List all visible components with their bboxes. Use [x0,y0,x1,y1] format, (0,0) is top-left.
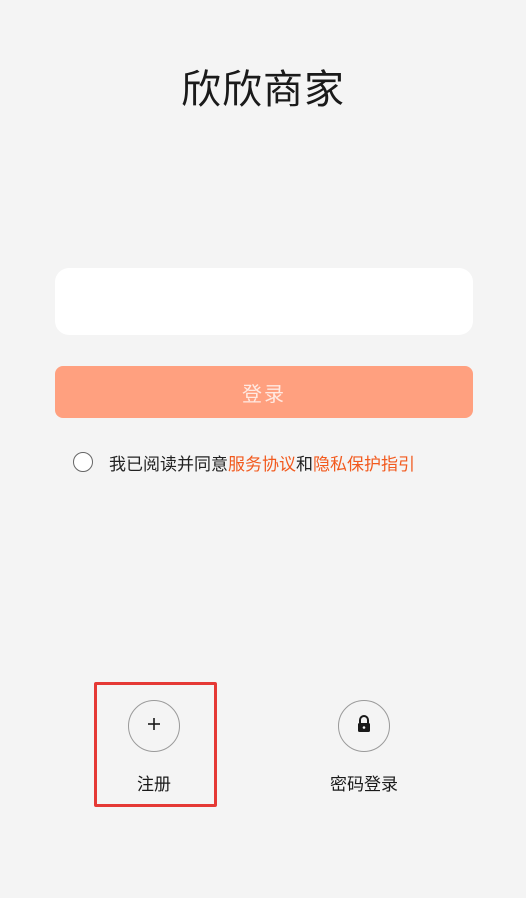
password-login-circle-button[interactable] [338,700,390,752]
page-title: 欣欣商家 [181,67,345,113]
password-login-action[interactable]: 密码登录 [304,700,424,795]
register-label[interactable]: 注册 [137,770,171,795]
phone-input[interactable] [55,268,473,335]
register-circle-button[interactable] [128,700,180,752]
lock-icon [355,714,373,738]
password-login-label[interactable]: 密码登录 [330,770,398,795]
privacy-guide-link[interactable]: 隐私保护指引 [313,450,415,475]
agreement-row: 我已阅读并同意 服务协议 和 隐私保护指引 [73,450,415,475]
login-button[interactable]: 登录 [55,366,473,418]
service-agreement-link[interactable]: 服务协议 [228,450,296,475]
agreement-joiner-text: 和 [296,454,313,475]
plus-icon [146,716,162,736]
register-action[interactable]: 注册 [94,700,214,795]
agreement-prefix-text: 我已阅读并同意 [109,454,228,475]
agreement-checkbox[interactable] [73,452,93,472]
